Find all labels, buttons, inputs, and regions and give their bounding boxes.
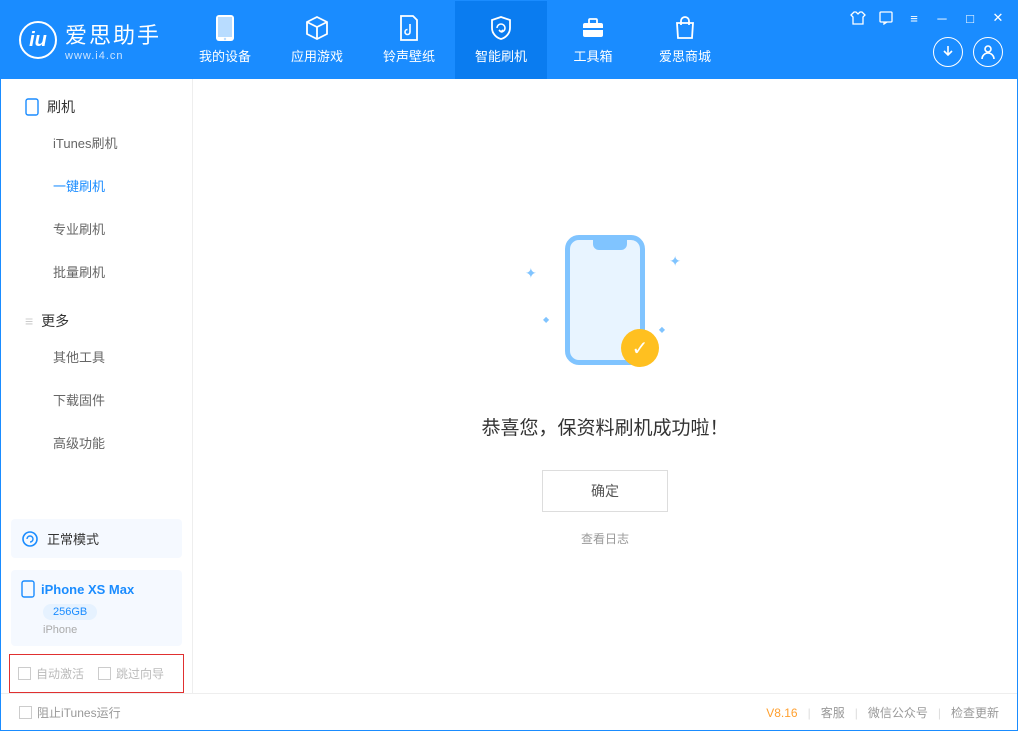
version-label: V8.16	[766, 706, 797, 720]
nav-store[interactable]: 爱思商城	[639, 1, 731, 79]
minimize-button[interactable]: ─	[931, 7, 953, 29]
maximize-button[interactable]: □	[959, 7, 981, 29]
support-link[interactable]: 客服	[821, 704, 845, 721]
success-message: 恭喜您，保资料刷机成功啦！	[481, 413, 728, 440]
refresh-icon	[21, 530, 39, 548]
sidebar-item-download-firmware[interactable]: 下载固件	[1, 378, 192, 421]
feedback-icon[interactable]	[875, 7, 897, 29]
device-type: iPhone	[43, 624, 172, 636]
device-icon	[21, 580, 35, 598]
phone-icon	[25, 98, 39, 116]
block-itunes-checkbox[interactable]: 阻止iTunes运行	[19, 704, 121, 721]
footer: 阻止iTunes运行 V8.16 | 客服 | 微信公众号 | 检查更新	[1, 693, 1017, 731]
tshirt-icon[interactable]	[847, 7, 869, 29]
music-file-icon	[396, 15, 422, 41]
more-icon: ≡	[25, 313, 33, 329]
sidebar-item-advanced[interactable]: 高级功能	[1, 421, 192, 464]
download-button[interactable]	[933, 37, 963, 67]
header: iu 爱思助手 www.i4.cn 我的设备 应用游戏 铃声壁纸 智能刷机 工具…	[1, 1, 1017, 79]
logo-icon: iu	[19, 21, 57, 59]
device-mode-box[interactable]: 正常模式	[11, 519, 182, 558]
nav-smart-flash[interactable]: 智能刷机	[455, 1, 547, 79]
sidebar-item-pro-flash[interactable]: 专业刷机	[1, 207, 192, 250]
cube-icon	[304, 15, 330, 41]
device-capacity: 256GB	[43, 604, 97, 620]
close-button[interactable]: ✕	[987, 7, 1009, 29]
menu-icon[interactable]: ≡	[903, 7, 925, 29]
sidebar-item-oneclick-flash[interactable]: 一键刷机	[1, 164, 192, 207]
wechat-link[interactable]: 微信公众号	[868, 704, 928, 721]
confirm-button[interactable]: 确定	[542, 470, 668, 512]
sidebar-item-batch-flash[interactable]: 批量刷机	[1, 250, 192, 293]
sidebar-item-itunes-flash[interactable]: iTunes刷机	[1, 121, 192, 164]
sidebar: 刷机 iTunes刷机 一键刷机 专业刷机 批量刷机 ≡ 更多 其他工具 下载固…	[1, 79, 193, 693]
check-update-link[interactable]: 检查更新	[951, 704, 999, 721]
success-illustration: ✦ ◆ ✦ ◆ ✓	[515, 225, 695, 385]
nav-ringtone-wallpaper[interactable]: 铃声壁纸	[363, 1, 455, 79]
shopping-bag-icon	[672, 15, 698, 41]
device-icon	[212, 15, 238, 41]
main-content: ✦ ◆ ✦ ◆ ✓ 恭喜您，保资料刷机成功啦！ 确定 查看日志	[193, 79, 1017, 693]
sidebar-section-more: ≡ 更多	[1, 293, 192, 335]
user-button[interactable]	[973, 37, 1003, 67]
device-info-box[interactable]: iPhone XS Max 256GB iPhone	[11, 570, 182, 646]
toolbox-icon	[580, 15, 606, 41]
titlebar-controls: ≡ ─ □ ✕	[847, 7, 1009, 29]
shield-refresh-icon	[488, 15, 514, 41]
sidebar-item-other-tools[interactable]: 其他工具	[1, 335, 192, 378]
skip-guide-checkbox[interactable]: 跳过向导	[98, 665, 164, 682]
sidebar-section-flash: 刷机	[1, 79, 192, 121]
nav-toolbox[interactable]: 工具箱	[547, 1, 639, 79]
auto-activate-checkbox[interactable]: 自动激活	[18, 665, 84, 682]
nav-apps-games[interactable]: 应用游戏	[271, 1, 363, 79]
main-nav: 我的设备 应用游戏 铃声壁纸 智能刷机 工具箱 爱思商城	[179, 1, 731, 79]
app-name: 爱思助手	[65, 18, 161, 50]
check-badge-icon: ✓	[621, 329, 659, 367]
view-log-link[interactable]: 查看日志	[581, 530, 629, 547]
app-domain: www.i4.cn	[65, 50, 161, 62]
app-logo: iu 爱思助手 www.i4.cn	[1, 18, 179, 62]
nav-my-device[interactable]: 我的设备	[179, 1, 271, 79]
header-right-buttons	[933, 37, 1003, 67]
options-highlighted-box: 自动激活 跳过向导	[9, 654, 184, 693]
device-name: iPhone XS Max	[41, 582, 134, 597]
